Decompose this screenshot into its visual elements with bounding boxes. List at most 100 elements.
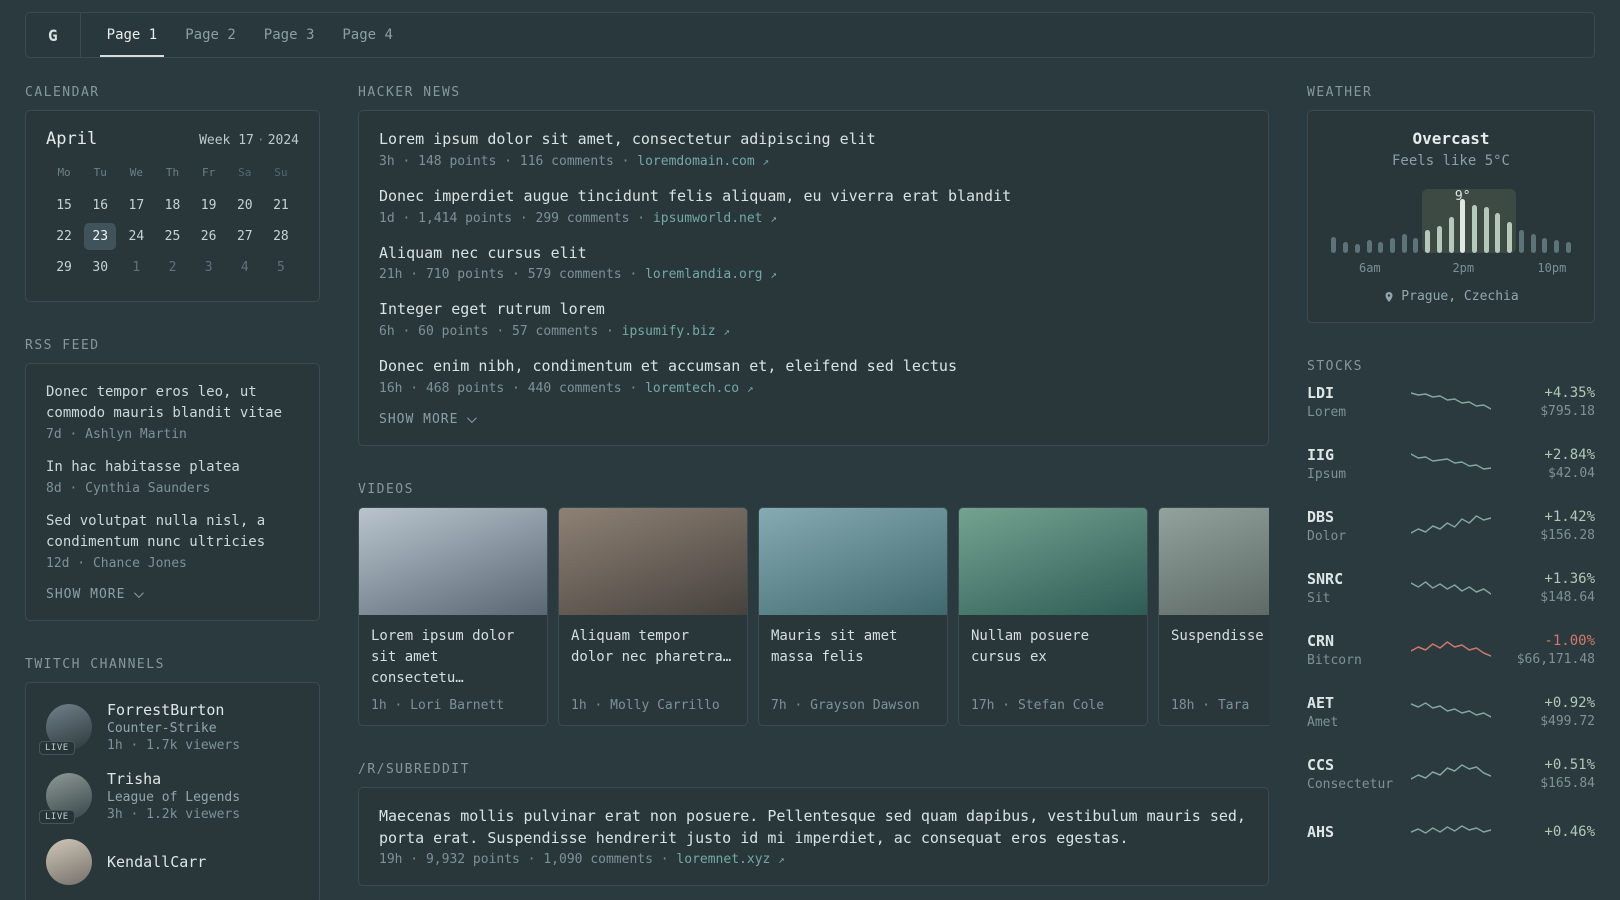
weather-header: WEATHER	[1307, 85, 1373, 100]
weather-chart	[1328, 189, 1574, 253]
video-thumbnail[interactable]	[559, 507, 747, 615]
weather-feels-like: Feels like 5°C	[1391, 153, 1510, 169]
calendar-year: 2024	[267, 133, 299, 148]
hn-item-title[interactable]: Aliquam nec cursus elit	[379, 243, 1248, 265]
weather-bar	[1448, 217, 1454, 253]
video-title[interactable]: Nullam posuere cursus ex	[971, 626, 1135, 668]
rss-list: Donec tempor eros leo, ut commodo mauris…	[46, 382, 299, 571]
calendar-day: 25	[164, 229, 181, 244]
page-tab[interactable]: Page 4	[335, 13, 400, 57]
stock-left: AHS	[1307, 823, 1399, 844]
page-tab[interactable]: Page 2	[178, 13, 243, 57]
subreddit-post-title[interactable]: Maecenas mollis pulvinar erat non posuer…	[379, 806, 1248, 850]
subreddit-post-stats: 19h · 9,932 points · 1,090 comments ·	[379, 852, 669, 868]
video-meta: 18h · Tara	[1171, 697, 1250, 713]
twitch-channel-meta: 1h · 1.7k viewers	[107, 738, 241, 753]
stock-symbol: AET	[1307, 694, 1335, 712]
video-title[interactable]: Aliquam tempor dolor nec pharetra…	[571, 626, 735, 668]
calendar-month: April	[46, 129, 98, 149]
video-thumbnail[interactable]	[959, 507, 1147, 615]
rss-item-title[interactable]: Donec tempor eros leo, ut commodo mauris…	[46, 382, 299, 424]
hn-item-title[interactable]: Donec imperdiet augue tincidunt felis al…	[379, 186, 1248, 208]
hn-item-domain-link[interactable]: ipsumify.biz	[622, 324, 716, 339]
weather-bar	[1413, 238, 1419, 253]
calendar-day: 1	[132, 260, 141, 275]
calendar-day: 30	[92, 260, 109, 275]
video-title[interactable]: Suspendisse diam	[1171, 626, 1269, 647]
video-title[interactable]: Mauris sit amet massa felis	[771, 626, 935, 668]
stock-symbol: AHS	[1307, 822, 1335, 841]
hn-item-title[interactable]: Donec enim nibh, condimentum et accumsan…	[379, 356, 1248, 378]
rss-header: RSS FEED	[25, 338, 100, 353]
rss-item-title[interactable]: In hac habitasse platea	[46, 457, 299, 478]
hn-item-domain-link[interactable]: loremlandia.org	[645, 267, 762, 282]
hn-item-domain-link[interactable]: loremtech.co	[645, 381, 739, 396]
hackernews-card: Lorem ipsum dolor sit amet, consectetur …	[358, 110, 1269, 446]
hn-item: Integer eget rutrum lorem 6h · 60 points…	[379, 299, 1248, 339]
hn-item-domain-link[interactable]: ipsumworld.net	[653, 211, 763, 226]
stock-change: +1.36%	[1544, 571, 1595, 587]
weather-bar-column	[1340, 189, 1352, 253]
weather-bar-column	[1527, 189, 1539, 253]
weather-bar	[1401, 234, 1407, 253]
twitch-channel-row[interactable]: LIVE ForrestBurton Counter-Strike 1h · 1…	[39, 701, 299, 755]
rss-item-meta: 8d · Cynthia Saunders	[46, 481, 211, 496]
calendar-day-header: Sa	[238, 166, 252, 179]
weather-bar	[1554, 240, 1560, 253]
video-thumbnail[interactable]	[1159, 507, 1269, 615]
external-link-icon: ↗	[770, 268, 777, 282]
weather-time-labels: 6am 2pm 10pm	[1328, 259, 1574, 277]
stock-row: AET Amet +0.92% $499.72	[1307, 694, 1595, 730]
stock-price: $795.18	[1540, 404, 1595, 419]
video-title[interactable]: Lorem ipsum dolor sit amet consectetu…	[371, 626, 535, 689]
videos-scroll-row[interactable]: Lorem ipsum dolor sit amet consectetu… 1…	[358, 506, 1269, 726]
rss-item: In hac habitasse platea 8d · Cynthia Sau…	[46, 457, 299, 496]
stock-change: +1.42%	[1544, 509, 1595, 525]
rss-item-title[interactable]: Sed volutpat nulla nisl, a condimentum n…	[46, 511, 299, 553]
page-tab[interactable]: Page 1	[99, 13, 165, 57]
stock-sparkline	[1411, 702, 1491, 718]
stock-row: DBS Dolor +1.42% $156.28	[1307, 508, 1595, 544]
weather-bar	[1436, 226, 1442, 253]
rss-item-meta: 12d · Chance Jones	[46, 556, 187, 571]
middle-column: HACKER NEWS Lorem ipsum dolor sit amet, …	[358, 85, 1269, 900]
hackernews-show-more-button[interactable]: SHOW MORE	[379, 412, 1248, 427]
twitch-channel-name[interactable]: Trisha	[107, 770, 161, 788]
stock-right: +2.84% $42.04	[1503, 447, 1595, 481]
stock-sparkline	[1411, 515, 1491, 534]
live-badge: LIVE	[39, 810, 75, 824]
twitch-channel-row[interactable]: KendallCarr	[46, 839, 299, 885]
external-link-icon: ↗	[762, 154, 770, 168]
calendar-week-sep: ·	[256, 133, 265, 148]
calendar-day: 3	[204, 260, 213, 275]
video-body: Lorem ipsum dolor sit amet consectetu… 1…	[359, 615, 547, 725]
weather-bar-column	[1410, 189, 1422, 253]
video-thumbnail[interactable]	[359, 507, 547, 615]
video-card: Mauris sit amet massa felis 7h · Grayson…	[758, 506, 948, 726]
hn-item-domain-link[interactable]: loremdomain.com	[637, 154, 754, 169]
avatar	[46, 839, 92, 885]
hn-item: Aliquam nec cursus elit 21h · 710 points…	[379, 243, 1248, 283]
twitch-channel-info: ForrestBurton Counter-Strike 1h · 1.7k v…	[107, 701, 240, 753]
calendar-day: 22	[56, 229, 72, 244]
weather-location: Prague, Czechia	[1328, 289, 1574, 304]
hn-item: Lorem ipsum dolor sit amet, consectetur …	[379, 129, 1248, 169]
twitch-channel-meta: 3h · 1.2k viewers	[107, 807, 241, 822]
top-nav: G Page 1 Page 2 Page 3 Page 4	[25, 12, 1595, 58]
page-tab[interactable]: Page 3	[257, 13, 322, 57]
twitch-channel-name[interactable]: KendallCarr	[107, 853, 206, 871]
weather-bar-column	[1363, 189, 1375, 253]
hn-item-title[interactable]: Integer eget rutrum lorem	[379, 299, 1248, 321]
twitch-channel-row[interactable]: LIVE Trisha League of Legends 3h · 1.2k …	[39, 770, 299, 824]
weather-bar	[1343, 242, 1349, 253]
hn-item-title[interactable]: Lorem ipsum dolor sit amet, consectetur …	[379, 129, 1248, 151]
hn-item-stats: 3h · 148 points · 116 comments ·	[379, 153, 630, 169]
stock-price: $148.64	[1540, 590, 1595, 605]
subreddit-header: /R/SUBREDDIT	[358, 761, 470, 777]
subreddit-post-domain-link[interactable]: loremnet.xyz	[676, 852, 770, 867]
twitch-channel-name[interactable]: ForrestBurton	[107, 701, 224, 719]
rss-show-more-button[interactable]: SHOW MORE	[46, 587, 299, 602]
video-thumbnail[interactable]	[759, 507, 947, 615]
stock-symbol: IIG	[1307, 446, 1335, 464]
calendar-day: 15	[56, 198, 72, 213]
